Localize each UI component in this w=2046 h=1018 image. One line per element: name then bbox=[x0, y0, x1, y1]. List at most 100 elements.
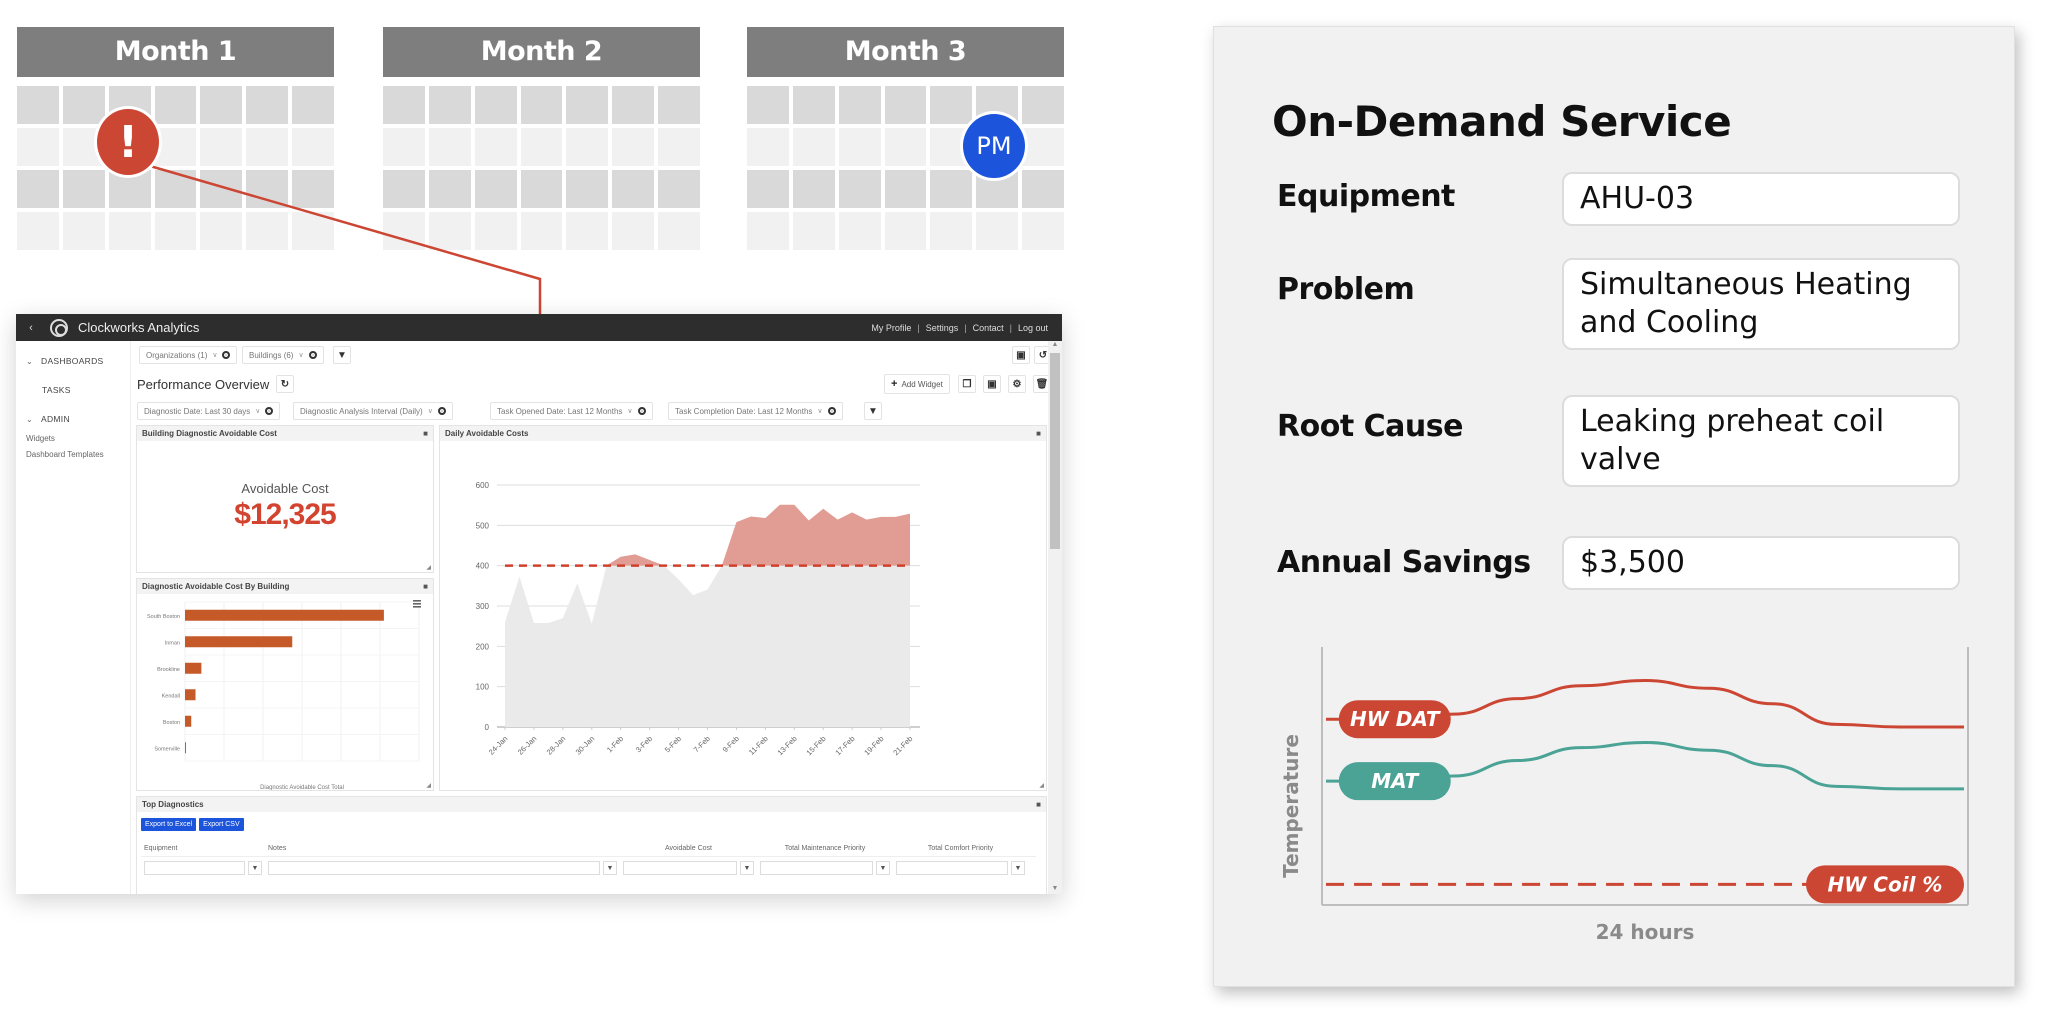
calendar-day-cell[interactable] bbox=[428, 170, 471, 208]
column-header-avoidable-cost[interactable]: Avoidable Cost bbox=[620, 845, 757, 852]
pm-badge[interactable]: PM bbox=[960, 111, 1028, 181]
calendar-day-cell[interactable] bbox=[383, 128, 425, 166]
calendar-day-cell[interactable] bbox=[17, 86, 59, 124]
calendar-day-cell[interactable] bbox=[747, 128, 789, 166]
save-icon[interactable]: ▣ bbox=[1012, 346, 1030, 364]
calendar-day-cell[interactable] bbox=[930, 170, 973, 208]
trash-icon[interactable]: ■ bbox=[1036, 800, 1041, 809]
scrollbar-thumb[interactable] bbox=[1050, 353, 1060, 549]
calendar-day-cell[interactable] bbox=[976, 212, 1019, 250]
export-csv-button[interactable]: Export CSV bbox=[199, 818, 244, 831]
calendar-day-cell[interactable] bbox=[1022, 86, 1064, 124]
calendar-day-cell[interactable] bbox=[612, 170, 655, 208]
equipment-field[interactable]: AHU-03 bbox=[1562, 172, 1960, 226]
sidebar-subitem-widgets[interactable]: Widgets bbox=[26, 434, 55, 443]
gear-icon[interactable] bbox=[265, 407, 274, 415]
calendar-day-cell[interactable] bbox=[747, 212, 789, 250]
filter-funnel-icon[interactable]: ▼ bbox=[864, 402, 882, 420]
task-completion-date-filter[interactable]: Task Completion Date: Last 12 Months ∨ bbox=[668, 402, 843, 420]
calendar-day-cell[interactable] bbox=[566, 128, 609, 166]
sidebar-subitem-dashboard-templates[interactable]: Dashboard Templates bbox=[26, 450, 104, 459]
filter-funnel-icon[interactable]: ▼ bbox=[333, 346, 351, 364]
calendar-day-cell[interactable] bbox=[62, 170, 105, 208]
calendar-day-cell[interactable] bbox=[884, 128, 927, 166]
chevron-left-icon[interactable]: ‹ bbox=[20, 322, 42, 334]
sidebar-item-admin[interactable]: ⌄ ADMIN bbox=[26, 414, 70, 424]
calendar-day-cell[interactable] bbox=[474, 128, 517, 166]
refresh-icon[interactable]: ↻ bbox=[276, 375, 294, 393]
calendar-day-cell[interactable] bbox=[154, 86, 197, 124]
calendar-day-cell[interactable] bbox=[17, 170, 59, 208]
calendar-day-cell[interactable] bbox=[520, 212, 563, 250]
sidebar-item-tasks[interactable]: TASKS bbox=[42, 385, 71, 395]
add-widget-button[interactable]: + Add Widget bbox=[884, 374, 950, 394]
filter-input[interactable] bbox=[268, 861, 600, 875]
calendar-day-cell[interactable] bbox=[428, 212, 471, 250]
calendar-day-cell[interactable] bbox=[612, 128, 655, 166]
calendar-day-cell[interactable] bbox=[17, 128, 59, 166]
calendar-day-cell[interactable] bbox=[200, 86, 243, 124]
resize-handle-icon[interactable]: ◢ bbox=[426, 782, 431, 789]
calendar-day-cell[interactable] bbox=[566, 86, 609, 124]
calendar-day-cell[interactable] bbox=[612, 212, 655, 250]
calendar-day-cell[interactable] bbox=[428, 86, 471, 124]
calendar-day-cell[interactable] bbox=[17, 212, 59, 250]
hamburger-menu-icon[interactable] bbox=[413, 600, 421, 608]
calendar-day-cell[interactable] bbox=[747, 86, 789, 124]
column-header-maintenance-priority[interactable]: Total Maintenance Priority bbox=[757, 845, 893, 852]
resize-handle-icon[interactable]: ◢ bbox=[1039, 782, 1044, 789]
calendar-day-cell[interactable] bbox=[612, 86, 655, 124]
calendar-day-cell[interactable] bbox=[566, 170, 609, 208]
calendar-day-cell[interactable] bbox=[838, 170, 881, 208]
calendar-day-cell[interactable] bbox=[792, 128, 835, 166]
annual-savings-field[interactable]: $3,500 bbox=[1562, 536, 1960, 590]
calendar-day-cell[interactable] bbox=[154, 212, 197, 250]
calendar-day-cell[interactable] bbox=[747, 170, 789, 208]
filter-funnel-icon[interactable]: ▼ bbox=[1011, 861, 1025, 875]
calendar-day-cell[interactable] bbox=[383, 212, 425, 250]
alert-badge[interactable]: ! bbox=[94, 106, 162, 178]
calendar-day-cell[interactable] bbox=[246, 128, 289, 166]
calendar-day-cell[interactable] bbox=[292, 128, 334, 166]
gear-icon[interactable] bbox=[222, 351, 231, 359]
sidebar-item-dashboards[interactable]: ⌄ DASHBOARDS bbox=[26, 356, 104, 366]
calendar-day-cell[interactable] bbox=[658, 212, 700, 250]
trash-icon[interactable]: ■ bbox=[423, 582, 428, 591]
calendar-day-cell[interactable] bbox=[1022, 212, 1064, 250]
calendar-day-cell[interactable] bbox=[520, 170, 563, 208]
calendar-day-cell[interactable] bbox=[292, 86, 334, 124]
calendar-day-cell[interactable] bbox=[520, 128, 563, 166]
calendar-day-cell[interactable] bbox=[930, 86, 973, 124]
column-header-equipment[interactable]: Equipment bbox=[141, 845, 265, 852]
calendar-day-cell[interactable] bbox=[200, 170, 243, 208]
link-my-profile[interactable]: My Profile bbox=[871, 323, 911, 333]
calendar-day-cell[interactable] bbox=[428, 128, 471, 166]
calendar-day-cell[interactable] bbox=[930, 212, 973, 250]
calendar-day-cell[interactable] bbox=[658, 170, 700, 208]
column-header-comfort-priority[interactable]: Total Comfort Priority bbox=[893, 845, 1028, 852]
link-settings[interactable]: Settings bbox=[926, 323, 959, 333]
calendar-day-cell[interactable] bbox=[792, 86, 835, 124]
calendar-day-cell[interactable] bbox=[792, 212, 835, 250]
calendar-day-cell[interactable] bbox=[474, 86, 517, 124]
column-header-notes[interactable]: Notes bbox=[265, 845, 620, 852]
calendar-day-cell[interactable] bbox=[1022, 170, 1064, 208]
save-icon[interactable]: ▣ bbox=[983, 375, 1001, 393]
gear-icon[interactable] bbox=[437, 407, 446, 415]
calendar-day-cell[interactable] bbox=[520, 86, 563, 124]
calendar-day-cell[interactable] bbox=[62, 86, 105, 124]
calendar-day-cell[interactable] bbox=[884, 86, 927, 124]
vertical-scrollbar[interactable]: ▲ ▼ bbox=[1048, 341, 1062, 894]
analysis-interval-filter[interactable]: Diagnostic Analysis Interval (Daily) ∨ bbox=[293, 402, 453, 420]
trash-icon[interactable]: ■ bbox=[1036, 429, 1041, 438]
filter-funnel-icon[interactable]: ▼ bbox=[603, 861, 617, 875]
link-contact[interactable]: Contact bbox=[973, 323, 1004, 333]
gear-icon[interactable]: ⚙ bbox=[1008, 375, 1026, 393]
problem-field[interactable]: Simultaneous Heating and Cooling bbox=[1562, 258, 1960, 350]
calendar-day-cell[interactable] bbox=[838, 86, 881, 124]
calendar-day-cell[interactable] bbox=[383, 86, 425, 124]
task-opened-date-filter[interactable]: Task Opened Date: Last 12 Months ∨ bbox=[490, 402, 653, 420]
calendar-day-cell[interactable] bbox=[292, 170, 334, 208]
filter-input[interactable] bbox=[760, 861, 873, 875]
calendar-day-cell[interactable] bbox=[200, 212, 243, 250]
